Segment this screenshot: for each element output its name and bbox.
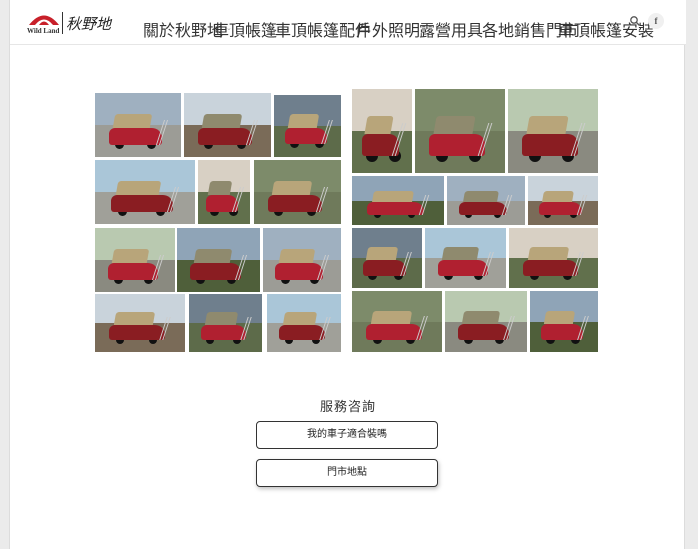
photo-roof-tent [372, 191, 414, 202]
photo-roof-tent [115, 181, 162, 195]
photo-roof-tent [204, 312, 239, 325]
photo-vehicle [522, 134, 578, 156]
photo-roof-tent [461, 311, 501, 324]
gallery-photo[interactable] [528, 176, 598, 225]
photo-roof-tent [282, 312, 318, 325]
nav-item-camping-gear[interactable]: 露營用具 ⌄ [419, 17, 492, 41]
gallery-photo[interactable] [95, 294, 185, 352]
photo-vehicle [108, 263, 158, 280]
gallery-photo[interactable] [263, 228, 341, 292]
photo-vehicle [539, 202, 582, 215]
photo-vehicle [201, 325, 246, 340]
photo-vehicle [438, 260, 488, 276]
photo-vehicle [459, 202, 507, 215]
photo-vehicle [111, 195, 173, 212]
photo-vehicle [268, 195, 322, 212]
photo-roof-tent [193, 249, 233, 263]
photo-vehicle [429, 134, 485, 156]
photo-roof-tent [112, 114, 153, 128]
site-header: Wild Land 秋野地 關於秋野地 ⌄ 車頂帳篷 ⌄ 車頂帳篷配件 ⌄ 戶外照明 ⌄… [10, 0, 686, 45]
gallery-photo[interactable] [445, 291, 527, 352]
store-locations-button[interactable]: 門市地點 [256, 459, 438, 487]
photo-vehicle [275, 263, 323, 280]
photo-vehicle [190, 263, 241, 280]
gallery-photo[interactable] [198, 160, 250, 224]
photo-roof-tent [463, 191, 499, 202]
photo-vehicle [458, 324, 509, 340]
search-icon[interactable] [629, 15, 641, 27]
gallery-photo[interactable] [530, 291, 598, 352]
photo-roof-tent [287, 114, 320, 128]
nav-label: 關於秋野地 [143, 23, 224, 40]
photo-roof-tent [365, 247, 399, 260]
gallery-photo[interactable] [352, 291, 442, 352]
photo-roof-tent [278, 249, 316, 263]
photo-vehicle [279, 325, 325, 340]
gallery-photo[interactable] [254, 160, 341, 224]
service-title: 服務咨詢 [319, 399, 376, 414]
nav-item-outdoor-lighting[interactable]: 戶外照明 ⌄ [356, 17, 429, 41]
car-compatibility-button[interactable]: 我的車子適合裝嗎 [256, 421, 438, 449]
photo-roof-tent [364, 116, 394, 134]
photo-vehicle [109, 128, 162, 145]
gallery-photo[interactable] [425, 228, 506, 288]
photo-vehicle [523, 260, 578, 276]
gallery-photo[interactable] [352, 228, 422, 288]
gallery-photo[interactable] [177, 228, 260, 292]
photo-roof-tent [201, 114, 243, 128]
gallery-photo[interactable] [508, 89, 598, 173]
nav-label: 戶外照明 [356, 23, 421, 40]
photo-roof-tent [441, 247, 480, 260]
photo-vehicle [198, 128, 252, 145]
photo-vehicle [367, 202, 424, 215]
tent-logo-icon [29, 15, 59, 25]
photo-roof-tent [526, 116, 569, 134]
gallery-photo[interactable] [274, 95, 341, 157]
photo-roof-tent [542, 191, 574, 202]
photo-vehicle [363, 260, 406, 276]
facebook-icon[interactable]: f [648, 13, 664, 29]
gallery-photo[interactable] [95, 228, 175, 292]
logo-divider [62, 12, 63, 34]
logo-chinese-text: 秋野地 [66, 15, 112, 33]
photo-vehicle [109, 325, 165, 340]
photo-roof-tent [271, 181, 313, 195]
gallery-photo[interactable] [267, 294, 341, 352]
gallery-photo[interactable] [95, 93, 181, 157]
gallery-photo[interactable] [352, 89, 412, 173]
photo-roof-tent [527, 247, 570, 260]
photo-roof-tent [433, 116, 476, 134]
gallery-photo[interactable] [509, 228, 598, 288]
photo-vehicle [366, 324, 422, 340]
photo-collage-left [95, 89, 341, 352]
nav-label: 露營用具 [419, 23, 484, 40]
page-frame: Wild Land 秋野地 關於秋野地 ⌄ 車頂帳篷 ⌄ 車頂帳篷配件 ⌄ 戶外照明 ⌄… [9, 0, 686, 549]
logo-english-text: Wild Land [27, 27, 60, 35]
gallery-photo[interactable] [447, 176, 525, 225]
gallery-photo[interactable] [415, 89, 505, 173]
photo-roof-tent [370, 311, 413, 324]
photo-roof-tent [111, 249, 150, 263]
nav-label: 車頂帳篷 [213, 23, 278, 40]
photo-roof-tent [207, 181, 233, 195]
gallery-photo[interactable] [352, 176, 444, 225]
gallery-photo[interactable] [184, 93, 271, 157]
photo-collage-right [352, 89, 598, 352]
photo-roof-tent [113, 312, 156, 325]
gallery-photo[interactable] [95, 160, 195, 224]
site-logo[interactable]: Wild Land 秋野地 [27, 10, 111, 36]
photo-roof-tent [543, 311, 576, 324]
gallery-photo[interactable] [189, 294, 262, 352]
